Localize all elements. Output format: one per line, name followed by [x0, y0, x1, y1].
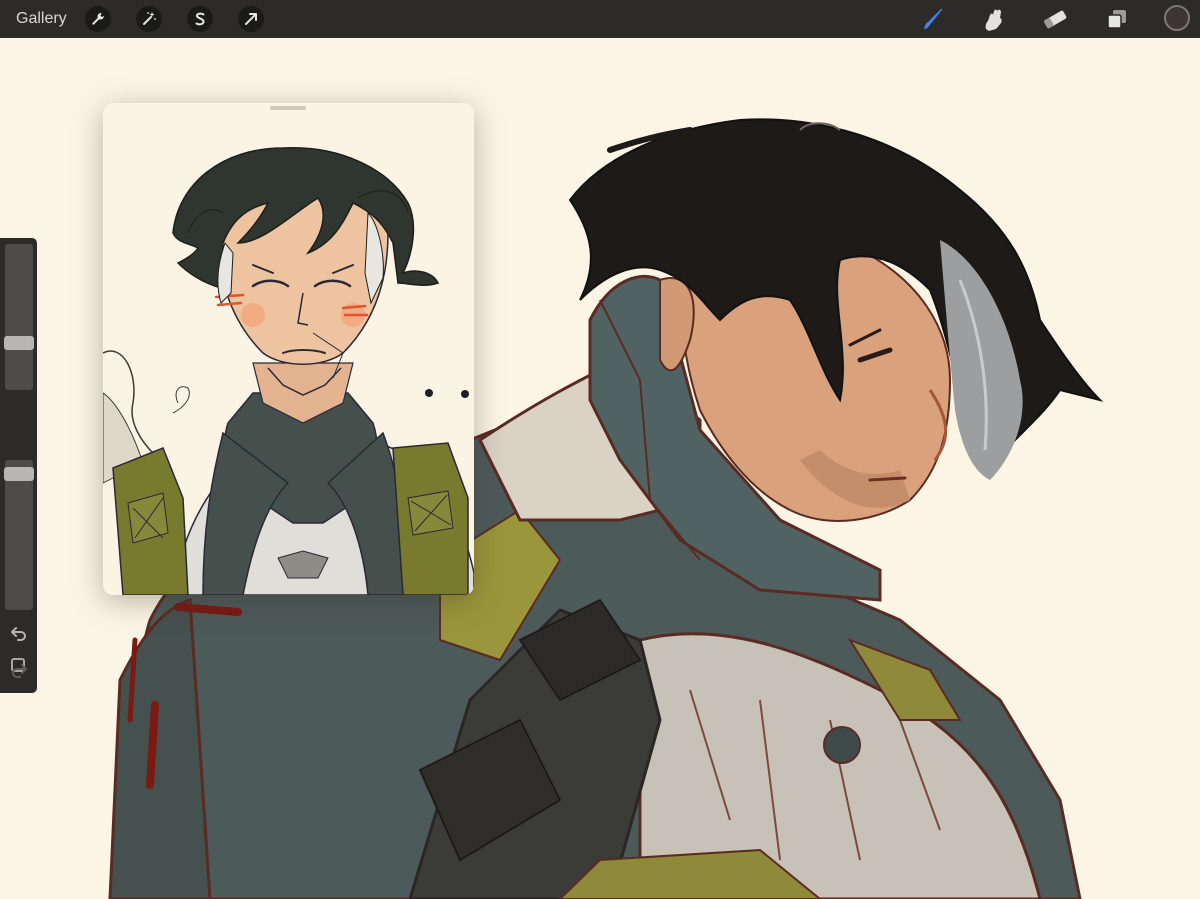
brush-size-slider[interactable]	[5, 244, 33, 390]
actions-button[interactable]	[85, 6, 111, 32]
transform-arrow-icon	[245, 13, 257, 25]
brush-opacity-slider[interactable]	[5, 460, 33, 610]
layers-icon	[1107, 10, 1126, 29]
smudge-icon	[985, 9, 1002, 31]
eraser-tool[interactable]	[1040, 4, 1070, 34]
left-sidebar	[0, 238, 37, 693]
gallery-button[interactable]: Gallery	[16, 10, 67, 28]
reference-image	[103, 147, 474, 595]
layers-tool[interactable]	[1102, 4, 1132, 34]
wrench-icon	[92, 13, 104, 25]
brush-tool[interactable]	[918, 4, 948, 34]
selection-s-icon	[195, 12, 205, 26]
transform-button[interactable]	[238, 6, 264, 32]
eraser-icon	[1044, 10, 1067, 29]
reference-window[interactable]	[103, 103, 474, 595]
undo-icon[interactable]	[9, 623, 29, 643]
brush-icon	[924, 8, 943, 29]
adjustments-button[interactable]	[136, 6, 162, 32]
selection-button[interactable]	[187, 6, 213, 32]
color-picker-button[interactable]	[1164, 5, 1190, 31]
redo-icon[interactable]	[9, 660, 29, 680]
brush-size-thumb[interactable]	[4, 336, 34, 351]
smudge-tool[interactable]	[979, 4, 1009, 34]
brush-opacity-thumb[interactable]	[4, 466, 34, 481]
top-toolbar: Gallery	[0, 0, 1200, 38]
magic-wand-icon	[143, 12, 156, 25]
